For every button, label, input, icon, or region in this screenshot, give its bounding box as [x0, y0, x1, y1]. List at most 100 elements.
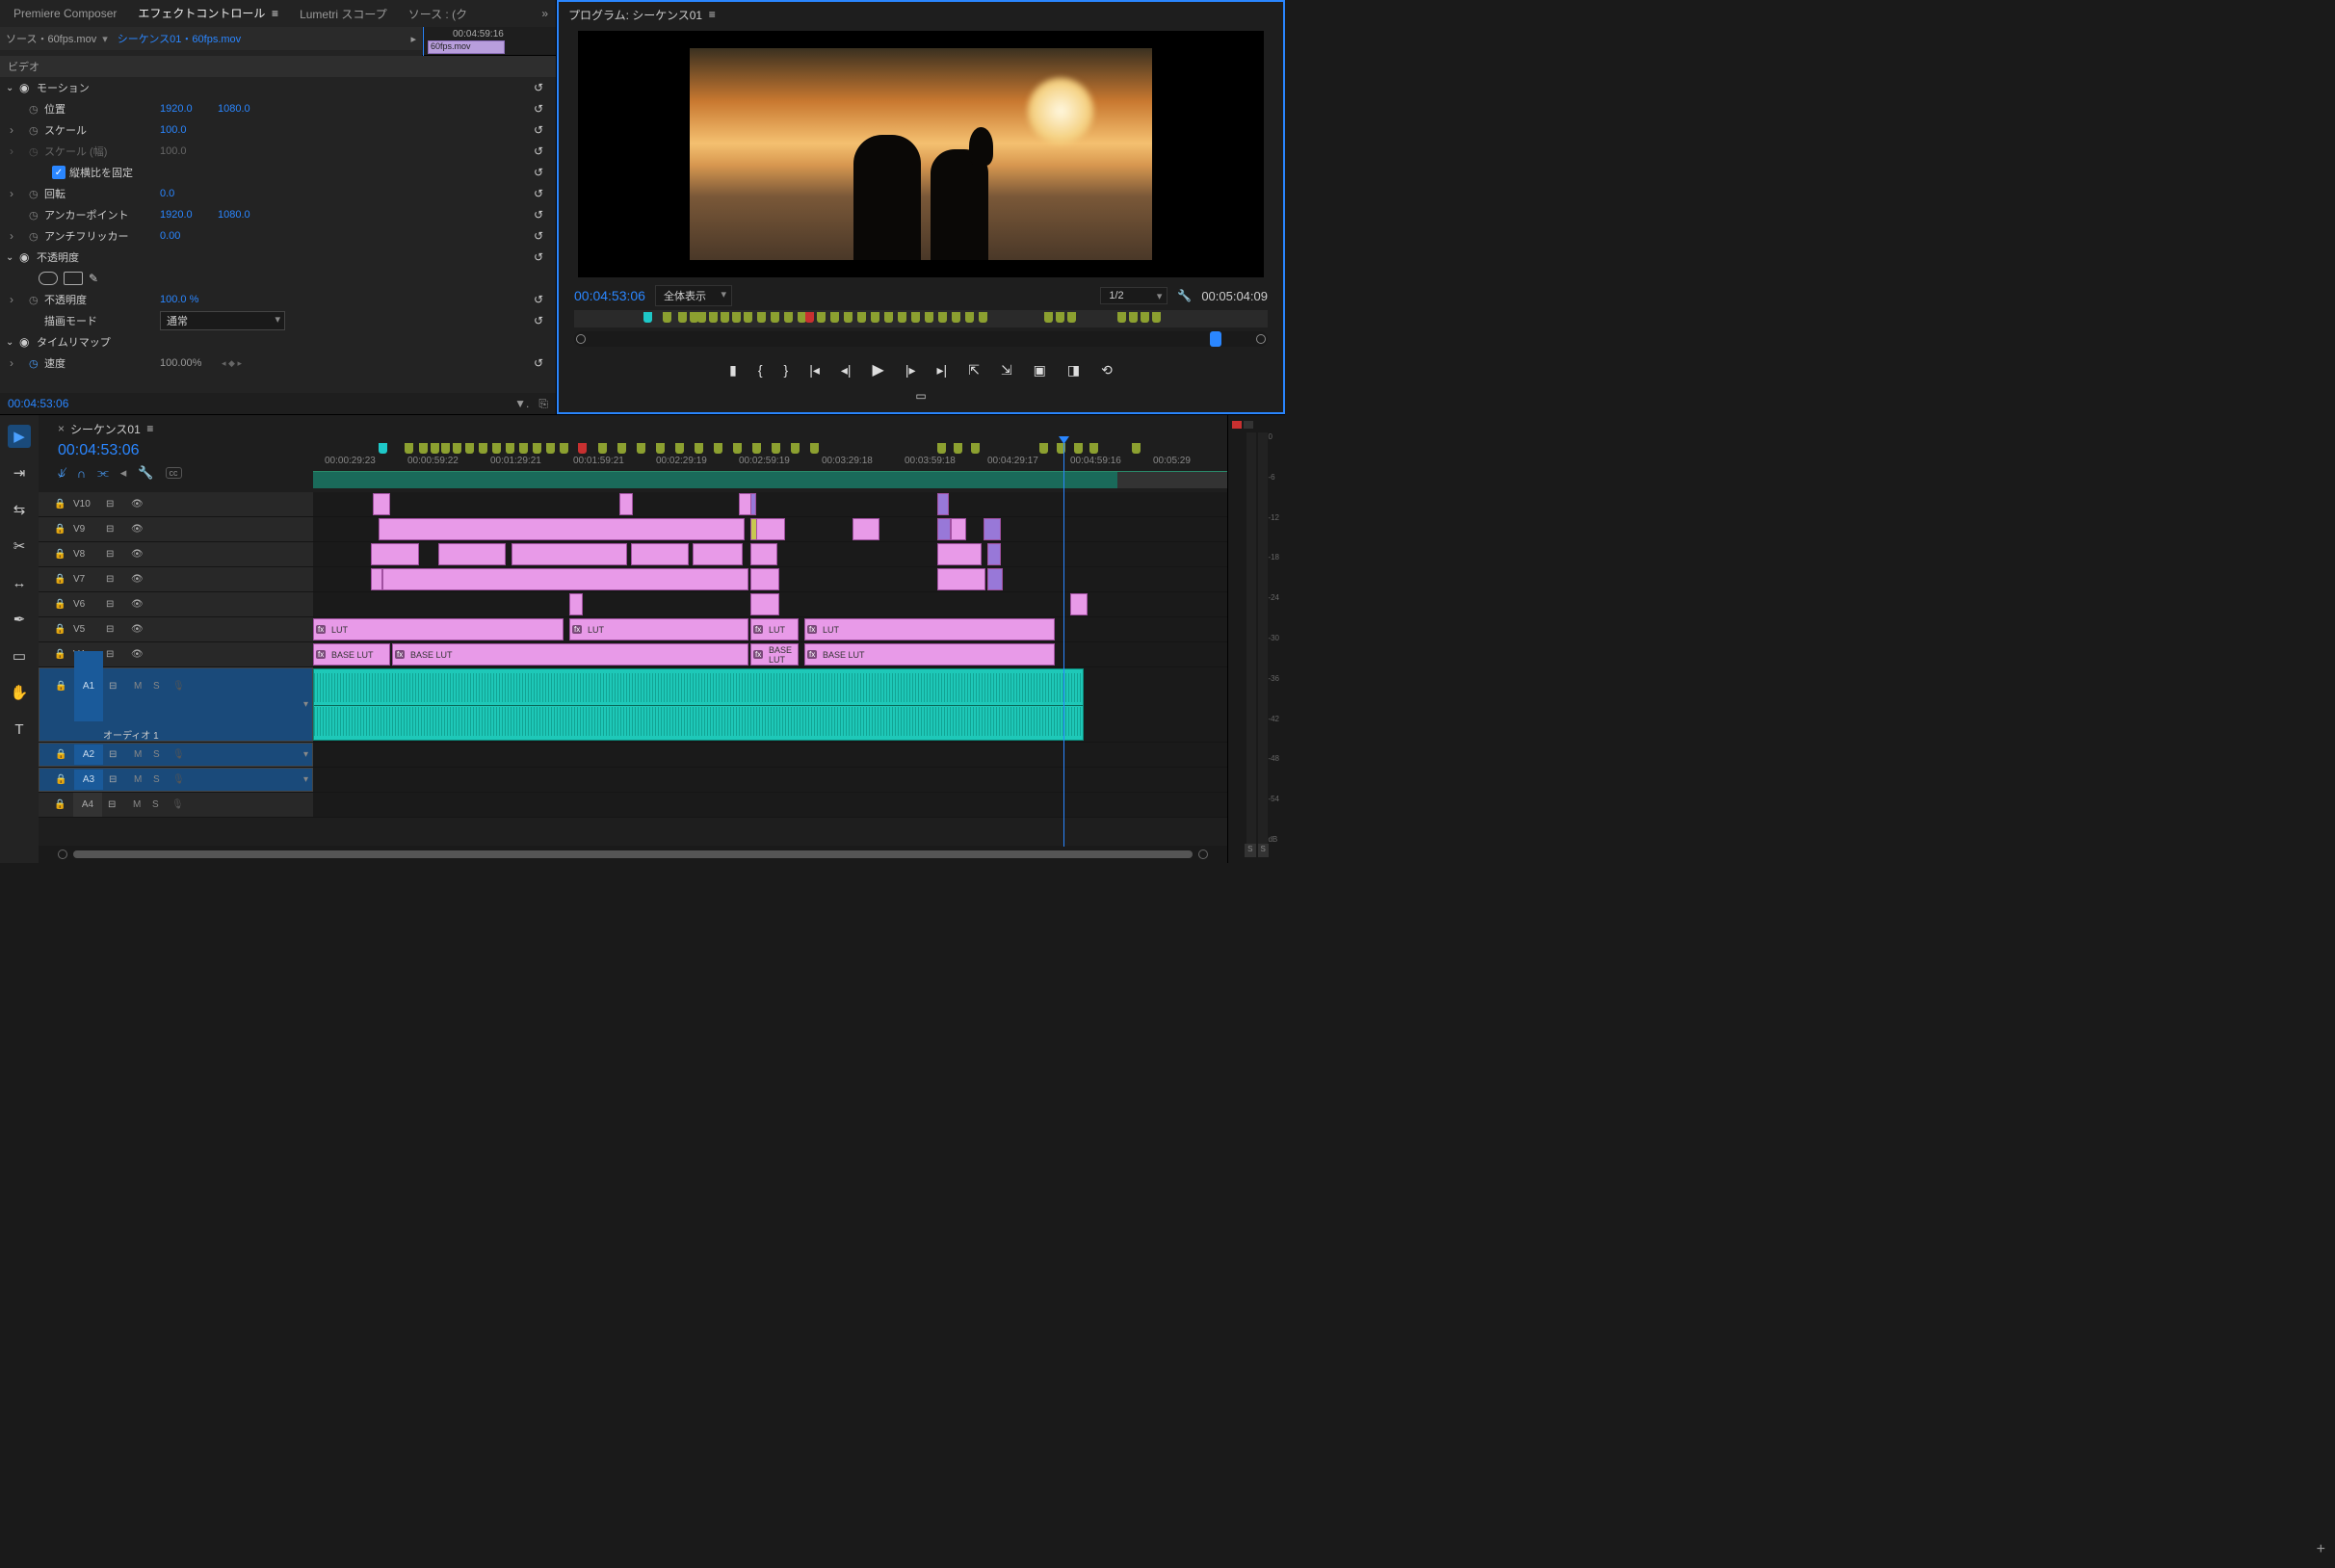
patch-icon[interactable]: A4 [73, 793, 102, 817]
step-back-icon[interactable]: ◂| [841, 362, 852, 379]
tab-lumetri-scopes[interactable]: Lumetri スコープ [290, 0, 397, 28]
track-content[interactable] [313, 768, 1227, 792]
clip[interactable] [569, 593, 583, 615]
patch-icon[interactable]: A2 [74, 745, 103, 765]
audio-clip[interactable] [313, 668, 1084, 741]
speed-value[interactable]: 100.00% [160, 357, 218, 369]
sync-lock-icon[interactable]: ⊟ [106, 624, 125, 635]
stopwatch-icon[interactable]: ◷ [29, 103, 44, 116]
mini-clip[interactable]: 60fps.mov [428, 40, 505, 54]
clip[interactable] [373, 493, 390, 515]
track-content[interactable] [313, 793, 1227, 817]
reset-icon[interactable]: ↺ [529, 293, 548, 306]
clip[interactable] [853, 518, 879, 540]
tab-premiere-composer[interactable]: Premiere Composer [4, 1, 126, 26]
twirl-icon[interactable]: › [6, 123, 17, 137]
toggle-effect-icon[interactable]: ◉ [19, 250, 37, 264]
twirl-icon[interactable]: › [6, 229, 17, 243]
record-icon[interactable]: 🎙 [172, 774, 188, 785]
clip[interactable]: LUT [569, 618, 748, 640]
clip[interactable] [951, 518, 966, 540]
toggle-track-icon[interactable]: 👁 [131, 574, 150, 585]
in-point-icon[interactable]: { [758, 362, 763, 378]
goto-in-icon[interactable]: |◂ [809, 362, 820, 379]
resolution-select[interactable]: 1/2 [1100, 287, 1168, 304]
clip-indicator[interactable] [1244, 421, 1253, 429]
play-icon[interactable]: ▶ [873, 360, 884, 379]
track-name[interactable]: V7 [73, 574, 100, 585]
sync-lock-icon[interactable]: ⊟ [106, 649, 125, 660]
clip[interactable] [984, 518, 1001, 540]
track-select-tool-icon[interactable]: ⇥ [8, 461, 31, 484]
lock-icon[interactable]: 🔒 [54, 574, 67, 585]
clip[interactable] [937, 543, 982, 565]
sync-lock-icon[interactable]: ⊟ [109, 749, 128, 760]
twirl-timeremap[interactable]: ⌄ [6, 337, 19, 348]
record-icon[interactable]: 🎙 [172, 749, 188, 760]
program-monitor[interactable] [578, 31, 1264, 277]
timeline-timecode[interactable]: 00:04:53:06 [58, 442, 313, 459]
clip[interactable]: BASE LUT [313, 643, 390, 666]
timeline-ruler[interactable]: 00:00:29:2300:00:59:2200:01:29:2100:01:5… [313, 442, 1227, 492]
stopwatch-icon[interactable]: ◷ [29, 294, 44, 306]
marker-tool-icon[interactable]: ◂ [120, 465, 127, 481]
clip[interactable] [987, 543, 1001, 565]
anchor-y[interactable]: 1080.0 [218, 209, 275, 221]
clip[interactable] [750, 593, 779, 615]
selection-tool-icon[interactable]: ▶ [8, 425, 31, 448]
clip[interactable] [512, 543, 627, 565]
opacity-value[interactable]: 100.0 % [160, 294, 218, 305]
step-fwd-icon[interactable]: |▸ [905, 362, 916, 379]
clip[interactable] [693, 543, 743, 565]
program-scrubber[interactable] [574, 331, 1268, 347]
clip[interactable] [750, 568, 779, 590]
position-x[interactable]: 1920.0 [160, 103, 218, 115]
toggle-track-icon[interactable]: 👁 [131, 624, 150, 635]
program-tc-left[interactable]: 00:04:53:06 [574, 288, 645, 303]
clip[interactable] [371, 568, 382, 590]
clip[interactable]: LUT [750, 618, 799, 640]
toggle-effect-icon[interactable]: ◉ [19, 335, 37, 349]
position-y[interactable]: 1080.0 [218, 103, 275, 115]
toggle-track-icon[interactable]: 👁 [131, 599, 150, 610]
close-seq-icon[interactable]: × [58, 422, 65, 435]
ellipse-mask-icon[interactable] [39, 272, 58, 285]
timeline-scrollbar[interactable] [39, 846, 1227, 863]
anchor-x[interactable]: 1920.0 [160, 209, 218, 221]
lock-icon[interactable]: 🔒 [54, 549, 67, 560]
magnet-icon[interactable]: ∩ [77, 466, 86, 481]
record-icon[interactable]: 🎙 [171, 799, 187, 810]
track-content[interactable] [313, 592, 1227, 616]
reset-icon[interactable]: ↺ [529, 102, 548, 116]
clip-indicator[interactable] [1232, 421, 1242, 429]
keyframe-nav[interactable]: ◂ ◆ ▸ [222, 358, 242, 369]
scrub-out-left[interactable] [576, 334, 586, 344]
reset-icon[interactable]: ↺ [529, 229, 548, 243]
lift-icon[interactable]: ⇱ [968, 362, 980, 379]
zoom-out-handle[interactable] [58, 849, 67, 859]
lock-icon[interactable]: 🔒 [55, 749, 68, 760]
track-content[interactable] [313, 542, 1227, 566]
reset-icon[interactable]: ↺ [529, 208, 548, 222]
current-timecode[interactable]: 00:04:53:06 [8, 397, 68, 410]
rotation-value[interactable]: 0.0 [160, 188, 218, 199]
mute-button[interactable]: M [134, 774, 147, 785]
mute-button[interactable]: M [134, 749, 147, 760]
mute-button[interactable]: M [134, 681, 147, 692]
track-name[interactable]: V8 [73, 549, 100, 560]
lock-icon[interactable]: 🔒 [55, 681, 68, 692]
clip[interactable]: BASE LUT [804, 643, 1055, 666]
solo-button[interactable]: S [152, 799, 166, 810]
sequence-tab[interactable]: シーケンス01 [70, 421, 141, 437]
scrub-handle[interactable] [1210, 331, 1221, 347]
zoom-in-handle[interactable] [1198, 849, 1208, 859]
tabs-overflow[interactable]: » [534, 7, 556, 20]
clip[interactable]: BASE LUT [750, 643, 799, 666]
patch-icon[interactable]: A1 [74, 651, 103, 721]
reset-icon[interactable]: ↺ [529, 166, 548, 179]
record-icon[interactable]: 🎙 [172, 681, 188, 692]
effect-mini-timeline[interactable]: 00:04:59:16 60fps.mov [422, 27, 556, 56]
clip[interactable] [382, 568, 748, 590]
solo-button[interactable]: S [153, 774, 167, 785]
toggle-track-icon[interactable]: 👁 [131, 499, 150, 510]
